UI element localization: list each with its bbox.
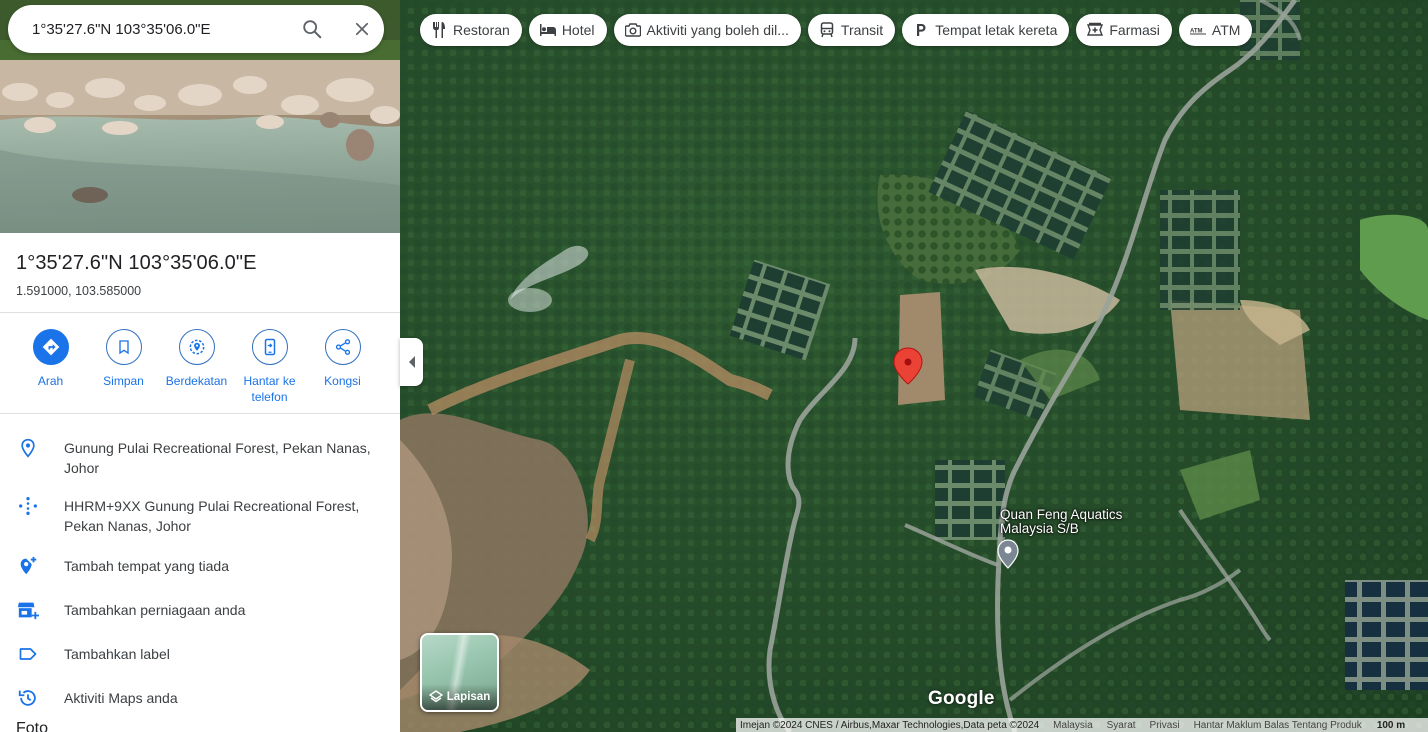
action-label: Berdekatan	[165, 374, 228, 388]
layers-button[interactable]: Lapisan	[420, 633, 499, 712]
action-label: Hantar ke telefon	[243, 374, 296, 404]
pharmacy-icon	[1087, 22, 1104, 36]
close-icon	[355, 22, 369, 36]
plus-code-text: HHRM+9XX Gunung Pulai Recreational Fores…	[64, 498, 360, 534]
add-missing-place-text: Tambah tempat yang tiada	[64, 558, 229, 574]
chip-transit[interactable]: Transit	[807, 14, 896, 46]
plus-code-icon	[19, 497, 37, 515]
chip-things-to-do[interactable]: Aktiviti yang boleh dil...	[613, 14, 801, 46]
chip-atm[interactable]: ATM ATM	[1178, 14, 1253, 46]
search-button[interactable]	[294, 11, 330, 47]
parking-icon	[917, 24, 926, 36]
collapse-panel-button[interactable]	[400, 338, 423, 386]
place-title: 1°35'27.6"N 103°35'06.0"E	[16, 252, 257, 274]
atm-icon: ATM	[1189, 29, 1206, 35]
share-button[interactable]: Kongsi	[306, 329, 379, 405]
chip-label: Restoran	[453, 22, 510, 38]
directions-button[interactable]: Arah	[14, 329, 87, 405]
layers-icon	[428, 690, 443, 703]
map-footer: Imejan ©2024 CNES / Airbus,Maxar Technol…	[736, 718, 1428, 732]
maps-activity-row[interactable]: Aktiviti Maps anda	[0, 676, 400, 720]
chip-label: Hotel	[561, 22, 595, 38]
plus-code-row[interactable]: HHRM+9XX Gunung Pulai Recreational Fores…	[0, 486, 400, 544]
divider	[0, 312, 400, 313]
chip-pharmacy[interactable]: Farmasi	[1076, 14, 1172, 46]
chevron-left-icon	[408, 356, 415, 368]
action-label: Kongsi	[324, 374, 361, 388]
footer-link-terms[interactable]: Syarat	[1107, 720, 1136, 731]
label-icon	[19, 648, 37, 660]
hotel-icon	[539, 24, 556, 36]
photos-heading: Foto	[16, 720, 49, 732]
maps-activity-text: Aktiviti Maps anda	[64, 690, 178, 706]
scale-bar[interactable]: 100 m	[1377, 720, 1405, 731]
place-panel: 1°35'27.6"N 103°35'06.0"E 1.591000, 103.…	[0, 0, 400, 732]
save-button[interactable]: Simpan	[87, 329, 160, 405]
address-row[interactable]: Gunung Pulai Recreational Forest, Pekan …	[0, 428, 400, 486]
search-input[interactable]	[32, 20, 282, 38]
action-label: Simpan	[103, 374, 144, 388]
camera-icon	[624, 23, 641, 37]
search-bar	[8, 5, 384, 53]
poi-label-line2: Malaysia S/B	[1000, 521, 1079, 536]
action-label: Arah	[37, 374, 64, 388]
footer-link-country[interactable]: Malaysia	[1053, 720, 1092, 731]
close-button[interactable]	[344, 11, 380, 47]
chip-label: ATM	[1211, 22, 1241, 38]
location-pin-icon	[21, 438, 35, 458]
layers-label: Lapisan	[446, 691, 491, 703]
add-place-icon	[20, 556, 37, 575]
nearby-icon	[189, 339, 204, 355]
add-missing-place-row[interactable]: Tambah tempat yang tiada	[0, 544, 400, 588]
google-logo: Google	[928, 688, 995, 709]
chip-restaurants[interactable]: Restoran	[420, 14, 522, 46]
directions-icon	[42, 338, 59, 356]
send-to-phone-button[interactable]: Hantar ke telefon	[233, 329, 306, 405]
history-icon	[18, 690, 36, 706]
place-header: 1°35'27.6"N 103°35'06.0"E 1.591000, 103.…	[0, 233, 400, 298]
nearby-button[interactable]: Berdekatan	[160, 329, 233, 405]
search-icon	[303, 20, 322, 39]
info-list: Gunung Pulai Recreational Forest, Pekan …	[0, 428, 400, 720]
poi-label[interactable]: Quan Feng Aquatics Malaysia S/B	[1000, 508, 1122, 536]
chip-label: Farmasi	[1109, 22, 1160, 38]
divider	[0, 413, 400, 414]
chip-label: Tempat letak kereta	[935, 22, 1058, 38]
map-attribution: Imejan ©2024 CNES / Airbus,Maxar Technol…	[740, 719, 1040, 731]
add-business-icon	[17, 602, 39, 620]
satellite-map[interactable]	[400, 0, 1428, 732]
decimal-coordinates: 1.591000, 103.585000	[16, 284, 142, 298]
transit-icon	[820, 22, 834, 38]
chip-hotels[interactable]: Hotel	[528, 14, 607, 46]
action-bar: Arah Simpan Berdekatan Hantar ke telefon…	[14, 329, 379, 405]
restaurant-icon	[433, 22, 445, 38]
add-label-text: Tambahkan label	[64, 646, 170, 662]
poi-label-line1: Quan Feng Aquatics	[1000, 507, 1123, 522]
add-label-row[interactable]: Tambahkan label	[0, 632, 400, 676]
footer-link-feedback[interactable]: Hantar Maklum Balas Tentang Produk	[1194, 720, 1362, 731]
chip-label: Transit	[840, 22, 884, 38]
add-business-text: Tambahkan perniagaan anda	[64, 602, 246, 618]
share-icon	[335, 339, 350, 355]
bookmark-icon	[118, 340, 129, 355]
address-text: Gunung Pulai Recreational Forest, Pekan …	[64, 440, 371, 476]
category-chips: Restoran Hotel Aktiviti yang boleh dil..…	[420, 14, 1259, 46]
chip-parking[interactable]: Tempat letak kereta	[902, 14, 1070, 46]
add-business-row[interactable]: Tambahkan perniagaan anda	[0, 588, 400, 632]
chip-label: Aktiviti yang boleh dil...	[646, 22, 789, 38]
footer-link-privacy[interactable]: Privasi	[1150, 720, 1180, 731]
send-to-phone-icon	[264, 338, 275, 356]
